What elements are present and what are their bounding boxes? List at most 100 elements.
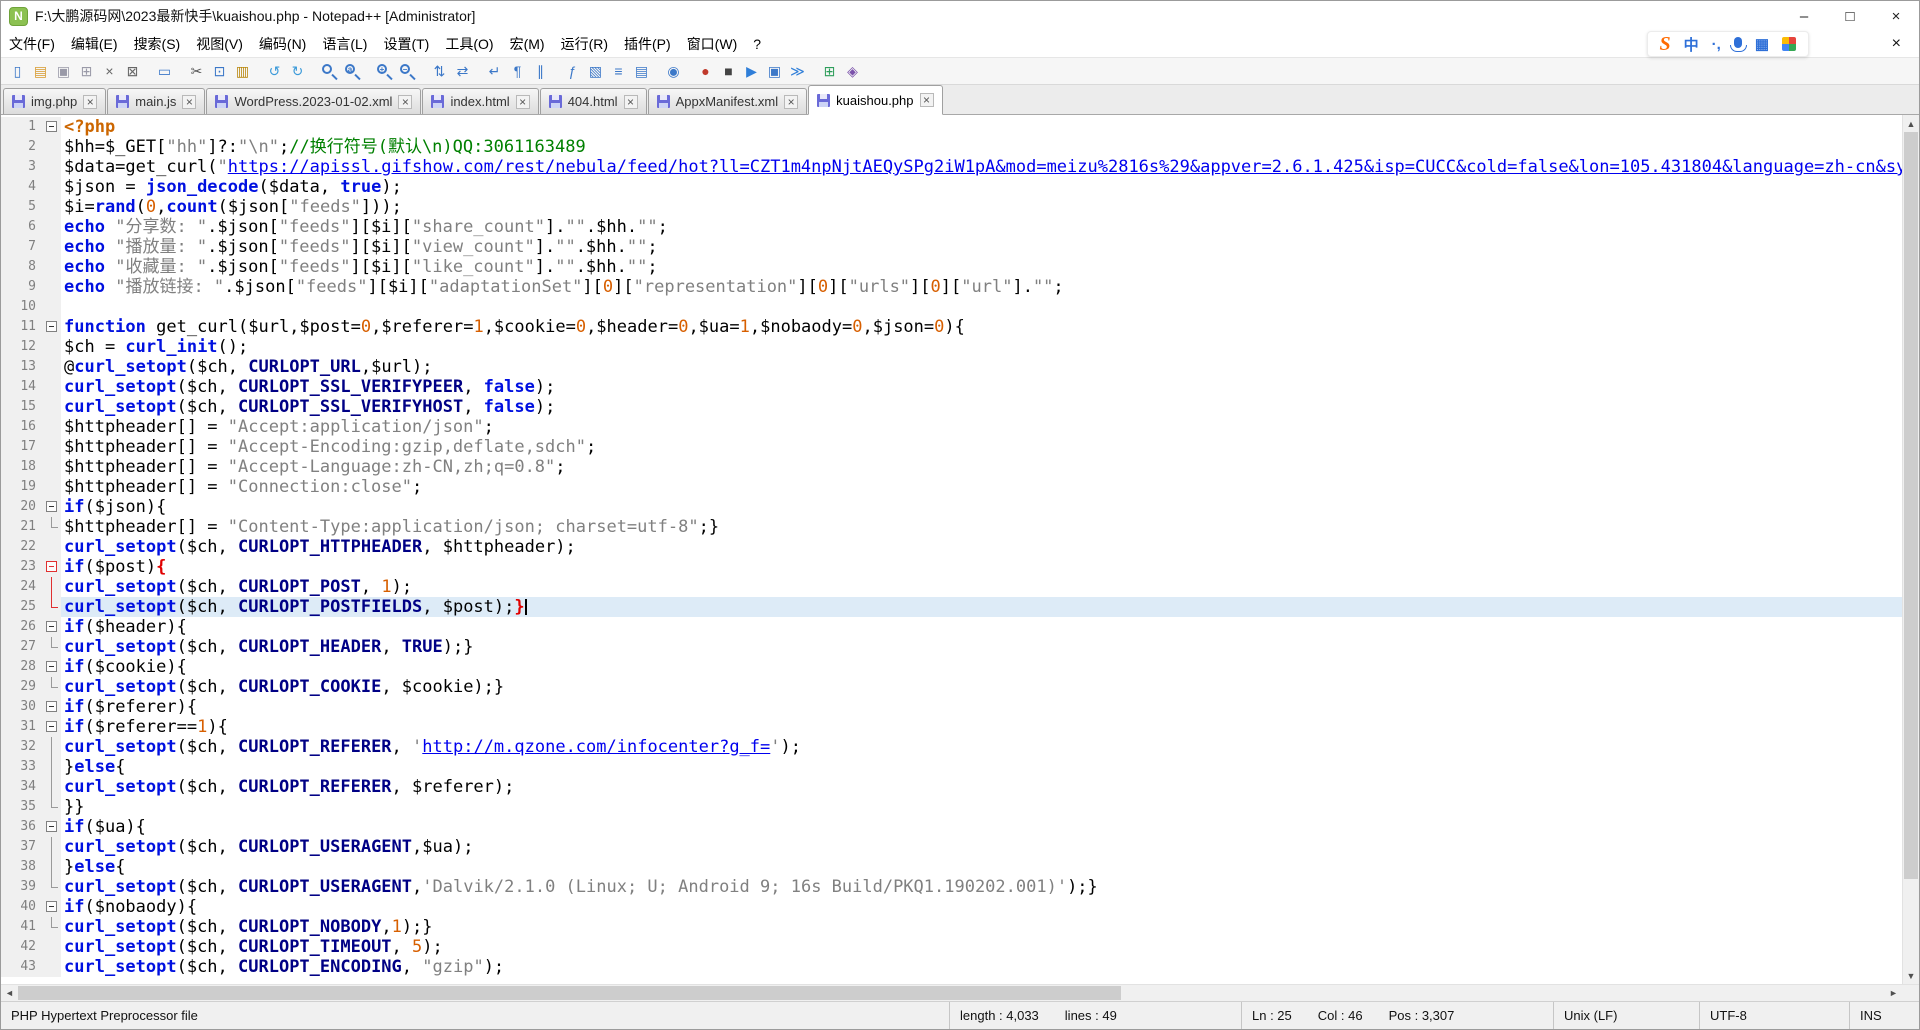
menu-view[interactable]: 视图(V) — [188, 31, 251, 57]
document-list-icon[interactable]: ≡ — [608, 61, 629, 82]
code-line-26[interactable]: 26if($header){ — [1, 617, 1902, 637]
code-line-41[interactable]: 41curl_setopt($ch, CURLOPT_NOBODY,1);} — [1, 917, 1902, 937]
sogou-toolbox-icon[interactable] — [1782, 37, 1796, 51]
new-file-icon[interactable]: ▯ — [7, 61, 28, 82]
code-line-31[interactable]: 31if($referer==1){ — [1, 717, 1902, 737]
play-macro-icon[interactable]: ▶ — [741, 61, 762, 82]
tab-close-icon[interactable]: × — [83, 95, 97, 109]
input-mode-icon[interactable]: 中 — [1684, 34, 1699, 55]
maximize-button[interactable]: □ — [1827, 1, 1873, 31]
tab-close-icon[interactable]: × — [398, 95, 412, 109]
tab-wordpress-2023-01-02-xml[interactable]: WordPress.2023-01-02.xml× — [206, 88, 421, 114]
menu-plugins[interactable]: 插件(P) — [616, 31, 679, 57]
scroll-right-icon[interactable]: ► — [1885, 985, 1902, 1001]
menu-search[interactable]: 搜索(S) — [126, 31, 189, 57]
tab-index-html[interactable]: index.html× — [422, 88, 538, 114]
tab-404-html[interactable]: 404.html× — [540, 88, 647, 114]
code-line-27[interactable]: 27curl_setopt($ch, CURLOPT_HEADER, TRUE)… — [1, 637, 1902, 657]
scroll-up-icon[interactable]: ▲ — [1903, 115, 1919, 132]
code-line-1[interactable]: 1<?php — [1, 117, 1902, 137]
menu-run[interactable]: 运行(R) — [553, 31, 616, 57]
code-line-43[interactable]: 43curl_setopt($ch, CURLOPT_ENCODING, "gz… — [1, 957, 1902, 977]
code-line-33[interactable]: 33}else{ — [1, 757, 1902, 777]
menu-settings[interactable]: 设置(T) — [375, 31, 437, 57]
record-macro-icon[interactable]: ● — [695, 61, 716, 82]
sogou-logo-icon[interactable]: S — [1660, 33, 1671, 56]
function-list-icon[interactable]: ƒ — [562, 61, 583, 82]
microphone-icon[interactable] — [1734, 37, 1742, 52]
plugin-icon-1[interactable]: ⊞ — [819, 61, 840, 82]
save-all-icon[interactable]: ⊞ — [76, 61, 97, 82]
code-line-18[interactable]: 18$httpheader[] = "Accept-Language:zh-CN… — [1, 457, 1902, 477]
code-line-11[interactable]: 11function get_curl($url,$post=0,$refere… — [1, 317, 1902, 337]
code-line-19[interactable]: 19$httpheader[] = "Connection:close"; — [1, 477, 1902, 497]
code-line-17[interactable]: 17$httpheader[] = "Accept-Encoding:gzip,… — [1, 437, 1902, 457]
plugin-icon-2[interactable]: ◈ — [842, 61, 863, 82]
menu-encoding[interactable]: 编码(N) — [251, 31, 314, 57]
fold-toggle-icon[interactable] — [43, 717, 61, 737]
run-macro-multiple-icon[interactable]: ≫ — [787, 61, 808, 82]
code-line-39[interactable]: 39curl_setopt($ch, CURLOPT_USERAGENT,'Da… — [1, 877, 1902, 897]
code-line-3[interactable]: 3$data=get_curl("https://apissl.gifshow.… — [1, 157, 1902, 177]
fold-toggle-icon[interactable] — [43, 317, 61, 337]
code-line-21[interactable]: 21$httpheader[] = "Content-Type:applicat… — [1, 517, 1902, 537]
monitoring-icon[interactable]: ◉ — [663, 61, 684, 82]
code-line-36[interactable]: 36if($ua){ — [1, 817, 1902, 837]
show-all-characters-icon[interactable]: ¶ — [507, 61, 528, 82]
soft-keyboard-icon[interactable]: ▦ — [1755, 35, 1769, 53]
vertical-scrollbar[interactable]: ▲ ▼ — [1902, 115, 1919, 984]
save-macro-icon[interactable]: ▣ — [764, 61, 785, 82]
code-line-10[interactable]: 10 — [1, 297, 1902, 317]
cut-icon[interactable]: ✂ — [186, 61, 207, 82]
code-line-2[interactable]: 2$hh=$_GET["hh"]?:"\n";//换行符号(默认\n)QQ:30… — [1, 137, 1902, 157]
code-line-12[interactable]: 12$ch = curl_init(); — [1, 337, 1902, 357]
print-icon[interactable]: ▭ — [154, 61, 175, 82]
code-line-30[interactable]: 30if($referer){ — [1, 697, 1902, 717]
code-line-8[interactable]: 8echo "收藏量: ".$json["feeds"][$i]["like_c… — [1, 257, 1902, 277]
horizontal-scrollbar[interactable]: ◄ ► — [1, 985, 1902, 1001]
word-wrap-icon[interactable]: ↵ — [484, 61, 505, 82]
menu-help[interactable]: ? — [745, 31, 769, 57]
fold-toggle-icon[interactable] — [43, 897, 61, 917]
tab-close-icon[interactable]: × — [784, 95, 798, 109]
fold-toggle-icon[interactable] — [43, 657, 61, 677]
save-icon[interactable]: ▣ — [53, 61, 74, 82]
replace-icon[interactable]: a — [342, 61, 363, 82]
paste-icon[interactable]: ▥ — [232, 61, 253, 82]
code-line-13[interactable]: 13@curl_setopt($ch, CURLOPT_URL,$url); — [1, 357, 1902, 377]
code-line-42[interactable]: 42curl_setopt($ch, CURLOPT_TIMEOUT, 5); — [1, 937, 1902, 957]
fold-toggle-icon[interactable] — [43, 697, 61, 717]
folder-as-workspace-icon[interactable]: ▤ — [631, 61, 652, 82]
fold-toggle-icon[interactable] — [43, 617, 61, 637]
menu-edit[interactable]: 编辑(E) — [63, 31, 126, 57]
tab-kuaishou-php[interactable]: kuaishou.php× — [808, 85, 942, 115]
redo-icon[interactable]: ↻ — [287, 61, 308, 82]
find-icon[interactable] — [319, 61, 340, 82]
code-line-40[interactable]: 40if($nobaody){ — [1, 897, 1902, 917]
code-line-38[interactable]: 38}else{ — [1, 857, 1902, 877]
code-line-16[interactable]: 16$httpheader[] = "Accept:application/js… — [1, 417, 1902, 437]
editor-lines[interactable]: 1<?php2$hh=$_GET["hh"]?:"\n";//换行符号(默认\n… — [1, 115, 1902, 984]
vertical-scrollbar-thumb[interactable] — [1904, 132, 1918, 879]
close-button[interactable]: × — [1873, 1, 1919, 31]
tab-appxmanifest-xml[interactable]: AppxManifest.xml× — [648, 88, 808, 114]
close-file-icon[interactable]: × — [99, 61, 120, 82]
code-line-22[interactable]: 22curl_setopt($ch, CURLOPT_HTTPHEADER, $… — [1, 537, 1902, 557]
copy-icon[interactable]: ⊡ — [209, 61, 230, 82]
fold-toggle-icon[interactable] — [43, 497, 61, 517]
fold-toggle-icon[interactable] — [43, 117, 61, 137]
code-line-5[interactable]: 5$i=rand(0,count($json["feeds"])); — [1, 197, 1902, 217]
code-line-35[interactable]: 35}} — [1, 797, 1902, 817]
code-line-20[interactable]: 20if($json){ — [1, 497, 1902, 517]
document-map-icon[interactable]: ▧ — [585, 61, 606, 82]
horizontal-scrollbar-thumb[interactable] — [18, 986, 1121, 1000]
fold-toggle-icon[interactable] — [43, 557, 61, 577]
code-line-9[interactable]: 9echo "播放链接: ".$json["feeds"][$i]["adapt… — [1, 277, 1902, 297]
menu-window[interactable]: 窗口(W) — [679, 31, 746, 57]
tab-close-icon[interactable]: × — [182, 95, 196, 109]
open-file-icon[interactable]: ▤ — [30, 61, 51, 82]
menu-macro[interactable]: 宏(M) — [502, 31, 553, 57]
menu-tools[interactable]: 工具(O) — [437, 31, 501, 57]
menu-file[interactable]: 文件(F) — [1, 31, 63, 57]
indent-guide-icon[interactable]: ∥ — [530, 61, 551, 82]
